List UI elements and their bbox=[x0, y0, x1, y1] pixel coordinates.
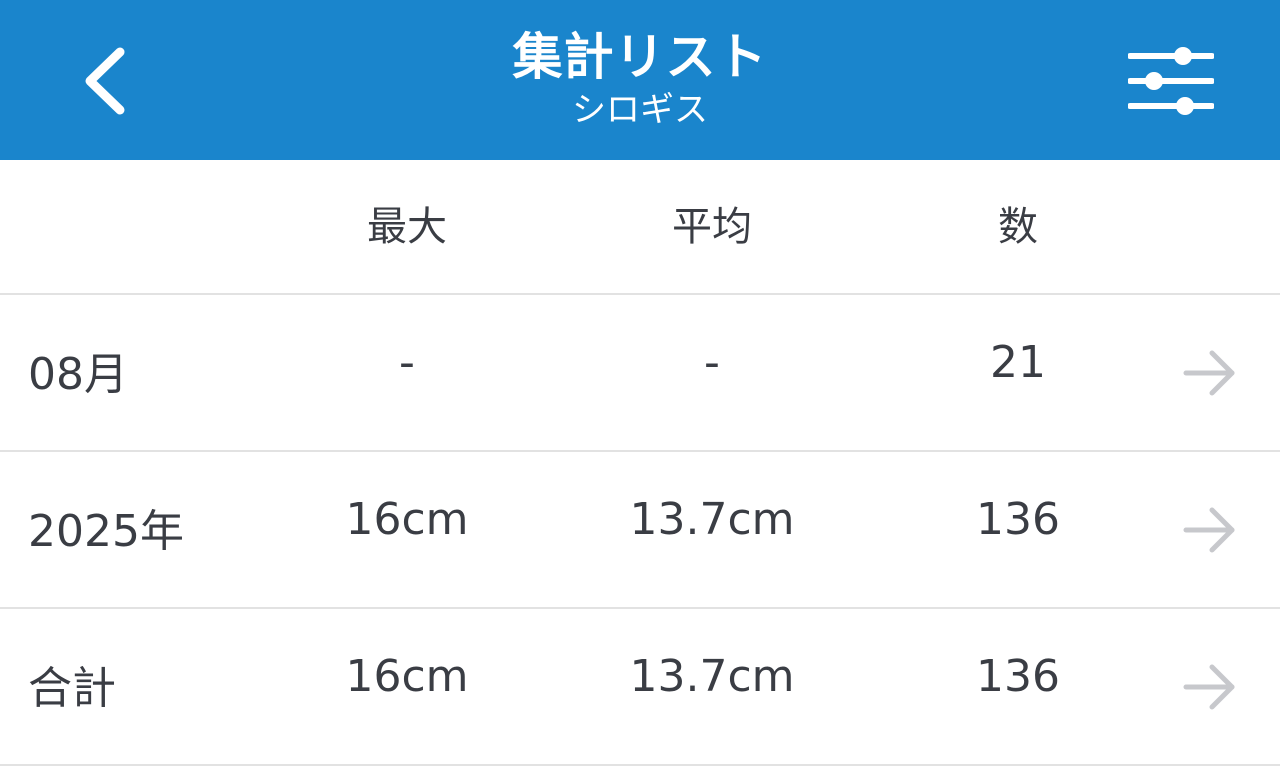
chevron-left-icon bbox=[85, 47, 125, 115]
arrow-right-icon bbox=[1183, 664, 1235, 710]
back-button[interactable] bbox=[56, 30, 156, 130]
filter-settings-button[interactable] bbox=[1118, 36, 1228, 126]
cell-average: - bbox=[704, 337, 720, 388]
column-header-average: 平均 bbox=[672, 204, 752, 250]
arrow-right-icon bbox=[1183, 350, 1235, 396]
summary-row-month[interactable]: 08月 - - 21 bbox=[0, 295, 1280, 452]
cell-count: 136 bbox=[976, 494, 1060, 545]
header-title-group: 集計リスト シロギス bbox=[340, 26, 940, 130]
sliders-icon bbox=[1128, 47, 1214, 115]
column-header-row: 最大 平均 数 bbox=[0, 160, 1280, 295]
cell-max: 16cm bbox=[345, 651, 469, 702]
cell-max: - bbox=[399, 337, 415, 388]
column-header-count: 数 bbox=[998, 204, 1038, 250]
arrow-right-icon bbox=[1183, 507, 1235, 553]
page-title: 集計リスト bbox=[512, 28, 768, 86]
summary-row-year[interactable]: 2025年 16cm 13.7cm 136 bbox=[0, 452, 1280, 609]
row-label: 合計 bbox=[28, 663, 116, 714]
nav-header: 集計リスト シロギス bbox=[0, 0, 1280, 160]
row-label: 08月 bbox=[28, 349, 128, 400]
cell-max: 16cm bbox=[345, 494, 469, 545]
cell-count: 21 bbox=[990, 337, 1046, 388]
cell-count: 136 bbox=[976, 651, 1060, 702]
summary-list-screen: 集計リスト シロギス 最大 平均 数 08月 - - 21 2025年 16cm… bbox=[0, 0, 1280, 768]
row-label: 2025年 bbox=[28, 506, 184, 557]
column-header-max: 最大 bbox=[367, 204, 447, 250]
cell-average: 13.7cm bbox=[629, 494, 795, 545]
summary-row-total[interactable]: 合計 16cm 13.7cm 136 bbox=[0, 609, 1280, 766]
page-subtitle: シロギス bbox=[572, 90, 708, 130]
cell-average: 13.7cm bbox=[629, 651, 795, 702]
